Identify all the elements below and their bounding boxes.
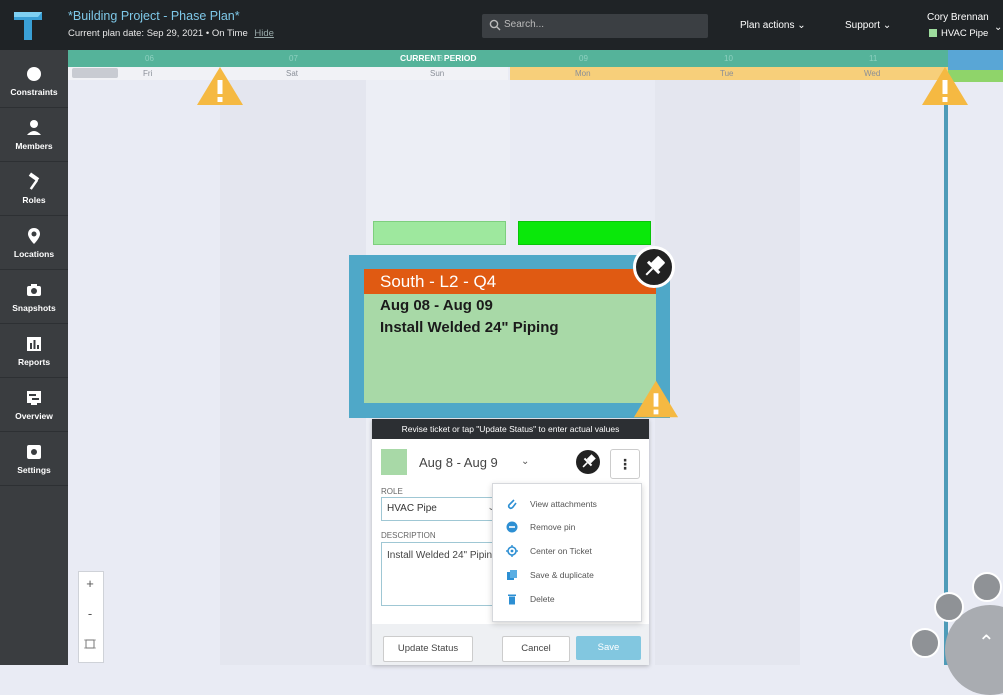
day-number: 11	[869, 54, 878, 63]
today-marker-line	[944, 82, 948, 665]
gear-icon	[27, 445, 41, 459]
menu-item-view-attachments[interactable]: View attachments	[492, 493, 640, 515]
day-name: Sun	[430, 69, 445, 78]
search-icon	[489, 19, 501, 31]
menu-item-save-duplicate[interactable]: Save & duplicate	[492, 564, 640, 586]
app-logo-icon[interactable]	[12, 8, 44, 42]
plan-date: Sep 29, 2021	[146, 28, 204, 39]
ticket-location: South - L2 - Q4	[380, 272, 497, 291]
zoom-in-button[interactable]: +	[78, 576, 102, 591]
sidebar-item-members[interactable]: Members	[0, 108, 68, 162]
day-number: 06	[145, 54, 154, 63]
camera-icon	[27, 284, 41, 296]
chevron-down-icon: ⌄	[882, 20, 892, 31]
day-name: Sat	[286, 69, 299, 78]
day-column[interactable]	[655, 80, 800, 665]
search-placeholder: Search...	[504, 19, 545, 30]
bar-chart-icon	[27, 337, 41, 351]
ticket-bar[interactable]	[518, 221, 651, 245]
day-name: Tue	[720, 69, 734, 78]
plan-date-line: Current plan date: Sep 29, 2021 • On Tim…	[68, 28, 274, 39]
warning-icon[interactable]	[632, 378, 680, 420]
ticket-description: Install Welded 24" Piping	[380, 319, 559, 336]
crosshair-icon	[506, 545, 518, 557]
warning-icon[interactable]	[195, 65, 245, 107]
map-pin-icon	[28, 228, 40, 244]
hide-link[interactable]: Hide	[254, 28, 274, 39]
sidebar: Constraints Members Roles Locations Snap…	[0, 50, 68, 665]
search-input[interactable]: Search...	[482, 14, 708, 38]
sidebar-item-settings[interactable]: Settings	[0, 432, 68, 486]
sidebar-item-roles[interactable]: Roles	[0, 162, 68, 216]
day-column[interactable]	[220, 80, 366, 665]
day-number: 09	[579, 54, 588, 63]
remove-icon	[506, 521, 518, 533]
chevron-up-icon[interactable]: ⌃	[978, 630, 995, 655]
role-color-swatch	[929, 29, 937, 37]
project-title[interactable]: *Building Project - Phase Plan*	[68, 9, 240, 23]
date-range-picker[interactable]: Aug 8 - Aug 9	[419, 455, 498, 470]
fit-to-screen-icon[interactable]	[84, 638, 96, 650]
user-role[interactable]: HVAC Pipe	[929, 28, 988, 39]
day-number: 07	[289, 54, 298, 63]
circle-icon	[27, 67, 41, 81]
hammer-icon	[28, 172, 40, 190]
sidebar-item-snapshots[interactable]: Snapshots	[0, 270, 68, 324]
ticket-dates: Aug 08 - Aug 09	[380, 297, 493, 314]
support-menu[interactable]: Support ⌄	[845, 20, 891, 31]
day-number: 08	[434, 54, 443, 63]
overview-icon	[27, 391, 41, 405]
sidebar-item-reports[interactable]: Reports	[0, 324, 68, 378]
add-ticket-icon[interactable]	[972, 572, 1002, 602]
pushpin-icon	[645, 256, 665, 276]
day-number: 10	[724, 54, 733, 63]
pin-icon[interactable]	[633, 246, 675, 288]
chevron-down-icon[interactable]: ⌄	[994, 22, 1002, 33]
sidebar-item-overview[interactable]: Overview	[0, 378, 68, 432]
save-button[interactable]: Save	[576, 636, 641, 660]
user-name[interactable]: Cory Brennan	[927, 12, 989, 23]
plan-status: On Time	[211, 28, 248, 39]
day-name: Wed	[864, 69, 881, 78]
duplicate-icon	[507, 570, 517, 580]
pin-button[interactable]	[576, 450, 600, 474]
more-options-button[interactable]: ⋮	[610, 449, 640, 479]
ticket-color-swatch[interactable]	[381, 449, 407, 475]
editor-hint: Revise ticket or tap "Update Status" to …	[372, 419, 649, 439]
collapsed-chip[interactable]	[72, 68, 118, 78]
day-name: Fri	[143, 69, 153, 78]
role-select[interactable]: HVAC Pipe ⌄	[381, 497, 501, 521]
trash-icon	[508, 594, 516, 605]
zoom-out-button[interactable]: -	[78, 606, 102, 621]
ticket-bar[interactable]	[373, 221, 506, 245]
sidebar-item-constraints[interactable]: Constraints	[0, 54, 68, 108]
sidebar-item-locations[interactable]: Locations	[0, 216, 68, 270]
add-constraint-icon[interactable]	[910, 628, 940, 658]
role-label: ROLE	[381, 487, 403, 496]
warning-icon[interactable]	[920, 65, 970, 107]
pushpin-icon	[582, 454, 596, 468]
update-status-button[interactable]: Update Status	[383, 636, 473, 662]
paperclip-icon	[507, 499, 517, 510]
menu-item-remove-pin[interactable]: Remove pin	[492, 516, 640, 538]
plan-actions-menu[interactable]: Plan actions ⌄	[740, 20, 806, 31]
day-name: Mon	[575, 69, 591, 78]
menu-item-center-on-ticket[interactable]: Center on Ticket	[492, 540, 640, 562]
description-label: DESCRIPTION	[381, 531, 436, 540]
chevron-down-icon[interactable]: ⌄	[521, 456, 529, 467]
menu-item-delete[interactable]: Delete	[492, 588, 640, 610]
plan-date-label: Current plan date:	[68, 28, 145, 39]
cancel-button[interactable]: Cancel	[502, 636, 570, 662]
person-icon	[27, 120, 41, 135]
chevron-down-icon: ⌄	[797, 20, 806, 31]
day-column[interactable]	[800, 80, 944, 665]
kebab-icon: ⋮	[618, 456, 632, 472]
description-field[interactable]: Install Welded 24" Piping	[381, 542, 501, 606]
add-note-icon[interactable]	[934, 592, 964, 622]
